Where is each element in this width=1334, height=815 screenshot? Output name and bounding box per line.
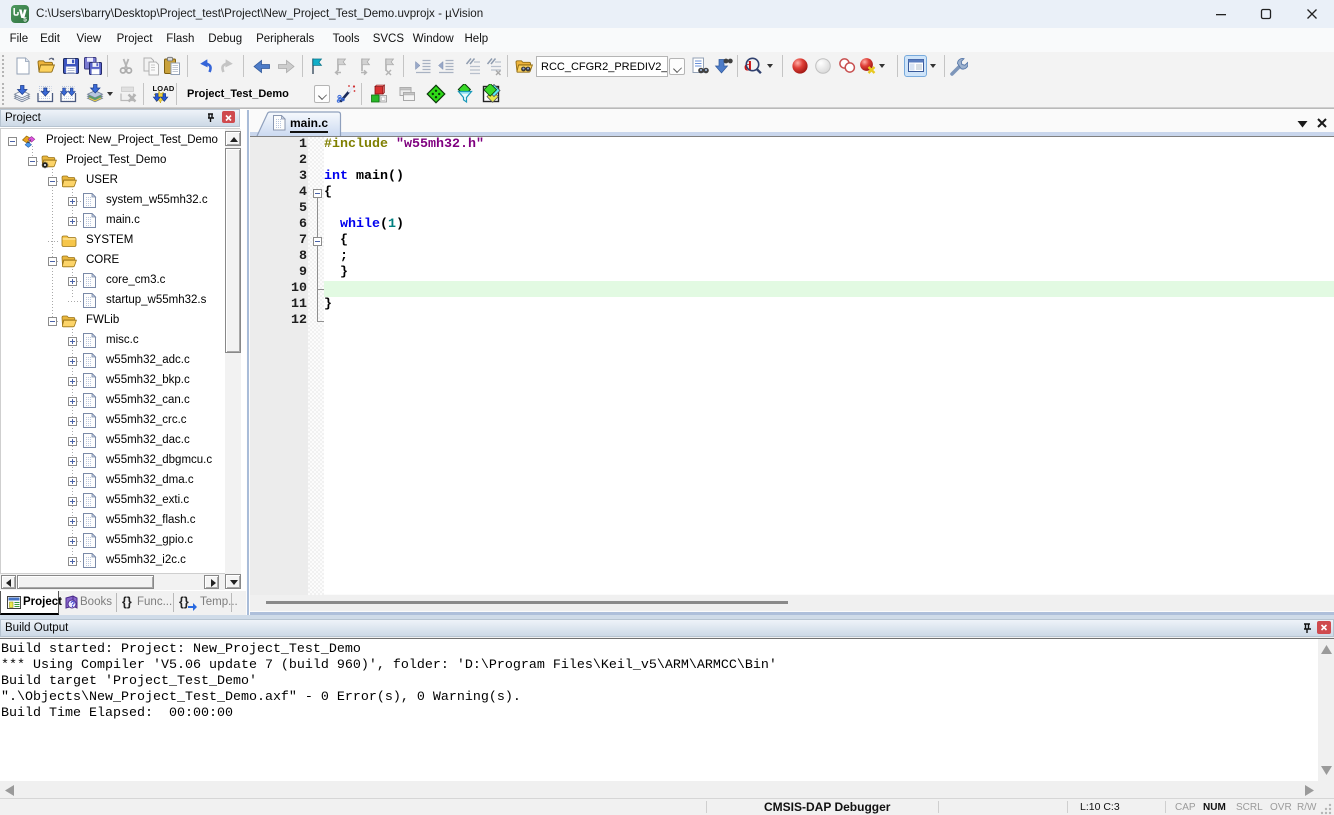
svg-text:?: ? — [70, 600, 75, 609]
svg-text:5: 5 — [23, 17, 27, 24]
svg-text:d: d — [744, 60, 752, 75]
